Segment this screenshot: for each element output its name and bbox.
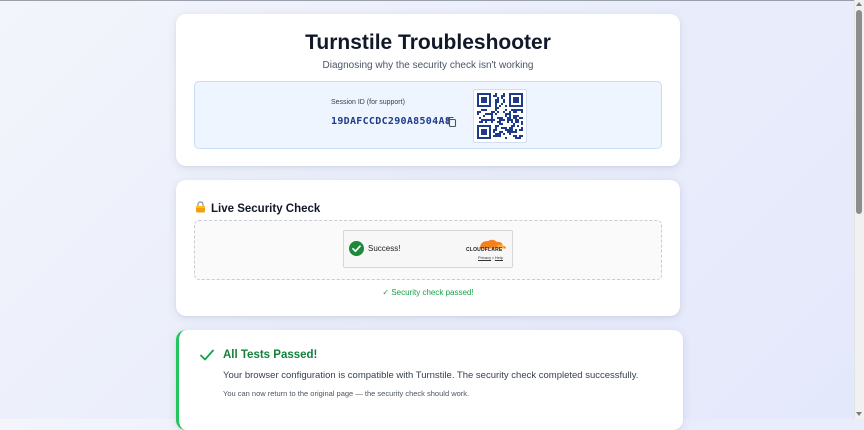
widget-status-text: Success! bbox=[368, 244, 401, 253]
lock-icon bbox=[195, 200, 206, 218]
session-id-value[interactable]: 19DAFCCDC290A8504A8 bbox=[331, 116, 451, 127]
live-check-card: Live Security Check Success! CLOUDFLARE … bbox=[176, 180, 680, 316]
scrollbar-thumb[interactable] bbox=[856, 10, 862, 214]
vertical-scrollbar[interactable] bbox=[854, 0, 864, 419]
page-title: Turnstile Troubleshooter bbox=[305, 31, 551, 54]
session-id-label: Session ID (for support) bbox=[331, 99, 405, 106]
check-result-text: ✓ Security check passed! bbox=[382, 288, 474, 297]
link-separator: • bbox=[492, 255, 494, 260]
results-note: You can now return to the original page … bbox=[223, 389, 470, 398]
live-check-heading: Live Security Check bbox=[195, 200, 320, 218]
help-link[interactable]: Help bbox=[495, 255, 503, 260]
widget-links: Privacy • Help bbox=[478, 255, 503, 260]
turnstile-widget[interactable]: Success! CLOUDFLARE Privacy • Help bbox=[343, 230, 513, 268]
scroll-down-arrow-icon[interactable] bbox=[856, 412, 862, 416]
turnstile-container: Success! CLOUDFLARE Privacy • Help bbox=[194, 220, 662, 280]
results-title: All Tests Passed! bbox=[223, 349, 318, 361]
cloudflare-logo: CLOUDFLARE bbox=[466, 247, 503, 253]
results-card: All Tests Passed! Your browser configura… bbox=[176, 330, 683, 430]
copy-icon[interactable] bbox=[446, 115, 458, 128]
qr-code bbox=[473, 89, 527, 143]
results-description: Your browser configuration is compatible… bbox=[223, 370, 639, 381]
window-top-border bbox=[0, 0, 864, 1]
success-checkmark-icon bbox=[349, 241, 364, 256]
live-check-title: Live Security Check bbox=[211, 203, 321, 215]
header-card: Turnstile Troubleshooter Diagnosing why … bbox=[176, 14, 680, 166]
checkmark-icon bbox=[199, 348, 215, 367]
session-panel: Session ID (for support) 19DAFCCDC290A85… bbox=[194, 81, 662, 149]
scroll-up-arrow-icon[interactable] bbox=[856, 2, 862, 6]
privacy-link[interactable]: Privacy bbox=[478, 255, 491, 260]
page-subtitle: Diagnosing why the security check isn't … bbox=[322, 60, 534, 71]
